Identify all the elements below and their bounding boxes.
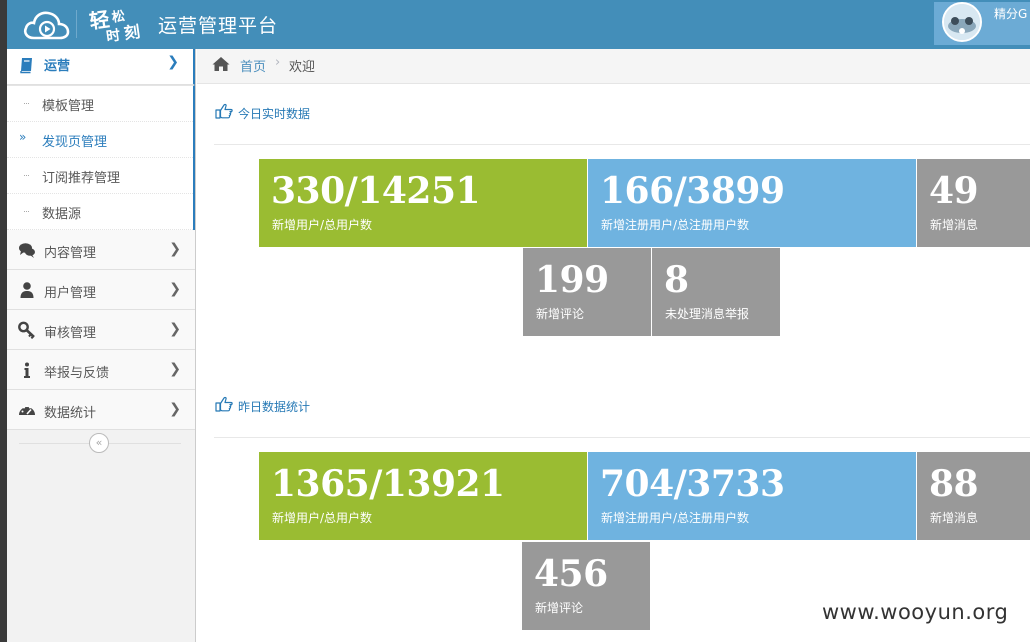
stat-tile-new-comments: 456 新增评论 (522, 542, 650, 630)
stat-caption: 新增评论 (536, 307, 585, 321)
stat-caption: 新增用户/总用户数 (272, 511, 373, 525)
stat-value: 88 (929, 463, 979, 505)
stat-tile-new-comments: 199 新增评论 (523, 248, 651, 336)
submenu-item-label: 模板管理 (42, 99, 95, 114)
chevron-right-icon: ❯ (169, 241, 181, 257)
stat-caption: 新增注册用户/总注册用户数 (601, 218, 750, 232)
key-icon (18, 321, 35, 339)
bullet-icon (24, 103, 29, 104)
stat-value: 704/3733 (600, 463, 785, 505)
stat-value: 456 (534, 553, 608, 595)
bullet-icon (24, 175, 29, 176)
avatar[interactable] (942, 2, 982, 42)
breadcrumb-separator: › (275, 55, 281, 70)
stat-tile-new-messages: 49 新增消息 (917, 159, 1030, 247)
sidebar-item-label: 审核管理 (44, 326, 97, 341)
comments-icon (19, 243, 35, 258)
stat-caption: 新增评论 (535, 601, 584, 615)
sidebar-item-review[interactable]: 审核管理 ❯ (7, 310, 195, 350)
sidebar-item-reports-feedback[interactable]: 举报与反馈 ❯ (7, 350, 195, 390)
sidebar-item-operations[interactable]: 运营 ❯ (7, 49, 195, 85)
submenu-item-subscription-recommend[interactable]: 订阅推荐管理 (7, 158, 193, 194)
stat-caption: 新增消息 (930, 218, 979, 232)
sidebar-item-label: 数据统计 (44, 406, 97, 421)
stat-tile-new-users: 330/14251 新增用户/总用户数 (259, 159, 587, 247)
stat-value: 8 (664, 259, 689, 301)
submenu-item-label: 订阅推荐管理 (42, 171, 121, 186)
double-angle-right-icon: » (19, 130, 27, 144)
user-name: 精分G (994, 7, 1028, 21)
info-icon (24, 362, 30, 378)
cloud-play-logo-icon[interactable] (22, 8, 70, 42)
stat-tile-pending-reports: 8 未处理消息举报 (652, 248, 780, 336)
top-navbar: 轻 松 时 刻 运营管理平台 精分G (0, 0, 1030, 49)
hand-pointer-icon (215, 396, 233, 412)
sidebar-collapse: « (7, 430, 195, 458)
window-edge (0, 0, 7, 642)
submenu-item-data-source[interactable]: 数据源 (7, 194, 193, 230)
section-divider (214, 144, 1030, 145)
watermark: www.wooyun.org (822, 600, 1009, 624)
chevron-right-icon: ❯ (169, 361, 181, 377)
brand-wordmark: 轻 松 时 刻 (88, 7, 142, 44)
stat-tile-new-messages: 88 新增消息 (917, 452, 1030, 540)
submenu-item-discover-page[interactable]: » 发现页管理 (7, 122, 193, 158)
collapse-sidebar-icon[interactable]: « (89, 433, 109, 453)
section-divider (214, 437, 1030, 438)
submenu-item-label: 数据源 (42, 207, 82, 222)
stat-value: 166/3899 (600, 170, 785, 212)
sidebar-item-label: 用户管理 (44, 286, 97, 301)
dashboard-icon (19, 405, 35, 415)
breadcrumb: 首页 › 欢迎 (197, 49, 1030, 84)
sidebar-item-statistics[interactable]: 数据统计 ❯ (7, 390, 195, 430)
stat-tile-new-registered: 704/3733 新增注册用户/总注册用户数 (588, 452, 916, 540)
svg-text:刻: 刻 (123, 22, 142, 43)
chevron-right-icon: ❯ (169, 401, 181, 417)
stat-tile-new-registered: 166/3899 新增注册用户/总注册用户数 (588, 159, 916, 247)
sidebar: 运营 ❯ 模板管理 » 发现页管理 订阅推荐管理 数据源 内容管理 ❯ 用户管理… (7, 49, 196, 642)
user-icon (20, 282, 34, 298)
stat-value: 199 (535, 259, 609, 301)
chevron-right-icon: ❯ (169, 321, 181, 337)
stat-value: 330/14251 (271, 170, 481, 212)
sidebar-item-users[interactable]: 用户管理 ❯ (7, 270, 195, 310)
breadcrumb-current: 欢迎 (289, 60, 316, 75)
sidebar-item-label: 内容管理 (44, 246, 97, 261)
sidebar-item-content[interactable]: 内容管理 ❯ (7, 230, 195, 270)
submenu-operations: 模板管理 » 发现页管理 订阅推荐管理 数据源 (7, 85, 195, 230)
today-section-title: 今日实时数据 (238, 107, 311, 121)
stat-caption: 新增用户/总用户数 (272, 218, 373, 232)
stat-value: 49 (929, 170, 979, 212)
user-menu[interactable]: 精分G (934, 2, 1030, 45)
bullet-icon (24, 211, 29, 212)
stat-value: 1365/13921 (271, 463, 505, 505)
home-icon (212, 57, 230, 71)
stat-caption: 新增消息 (930, 511, 979, 525)
submenu-item-label: 发现页管理 (42, 135, 108, 150)
sidebar-item-label: 运营 (44, 59, 71, 74)
svg-text:时: 时 (105, 27, 121, 44)
stat-caption: 未处理消息举报 (665, 307, 750, 321)
yesterday-section-title: 昨日数据统计 (238, 400, 311, 414)
chevron-right-icon: ❯ (167, 54, 179, 70)
app-title: 运营管理平台 (158, 15, 279, 37)
logo-divider (76, 10, 77, 38)
sidebar-item-label: 举报与反馈 (44, 366, 110, 381)
page: 轻 松 时 刻 运营管理平台 精分G 运营 ❯ 模板管理 » 发现页管理 订阅推… (0, 0, 1030, 642)
book-icon (20, 58, 32, 74)
hand-pointer-icon (215, 103, 233, 119)
submenu-item-template-management[interactable]: 模板管理 (7, 86, 193, 122)
stat-tile-new-users: 1365/13921 新增用户/总用户数 (259, 452, 587, 540)
stat-caption: 新增注册用户/总注册用户数 (601, 511, 750, 525)
chevron-right-icon: ❯ (169, 281, 181, 297)
breadcrumb-home-link[interactable]: 首页 (240, 56, 266, 75)
